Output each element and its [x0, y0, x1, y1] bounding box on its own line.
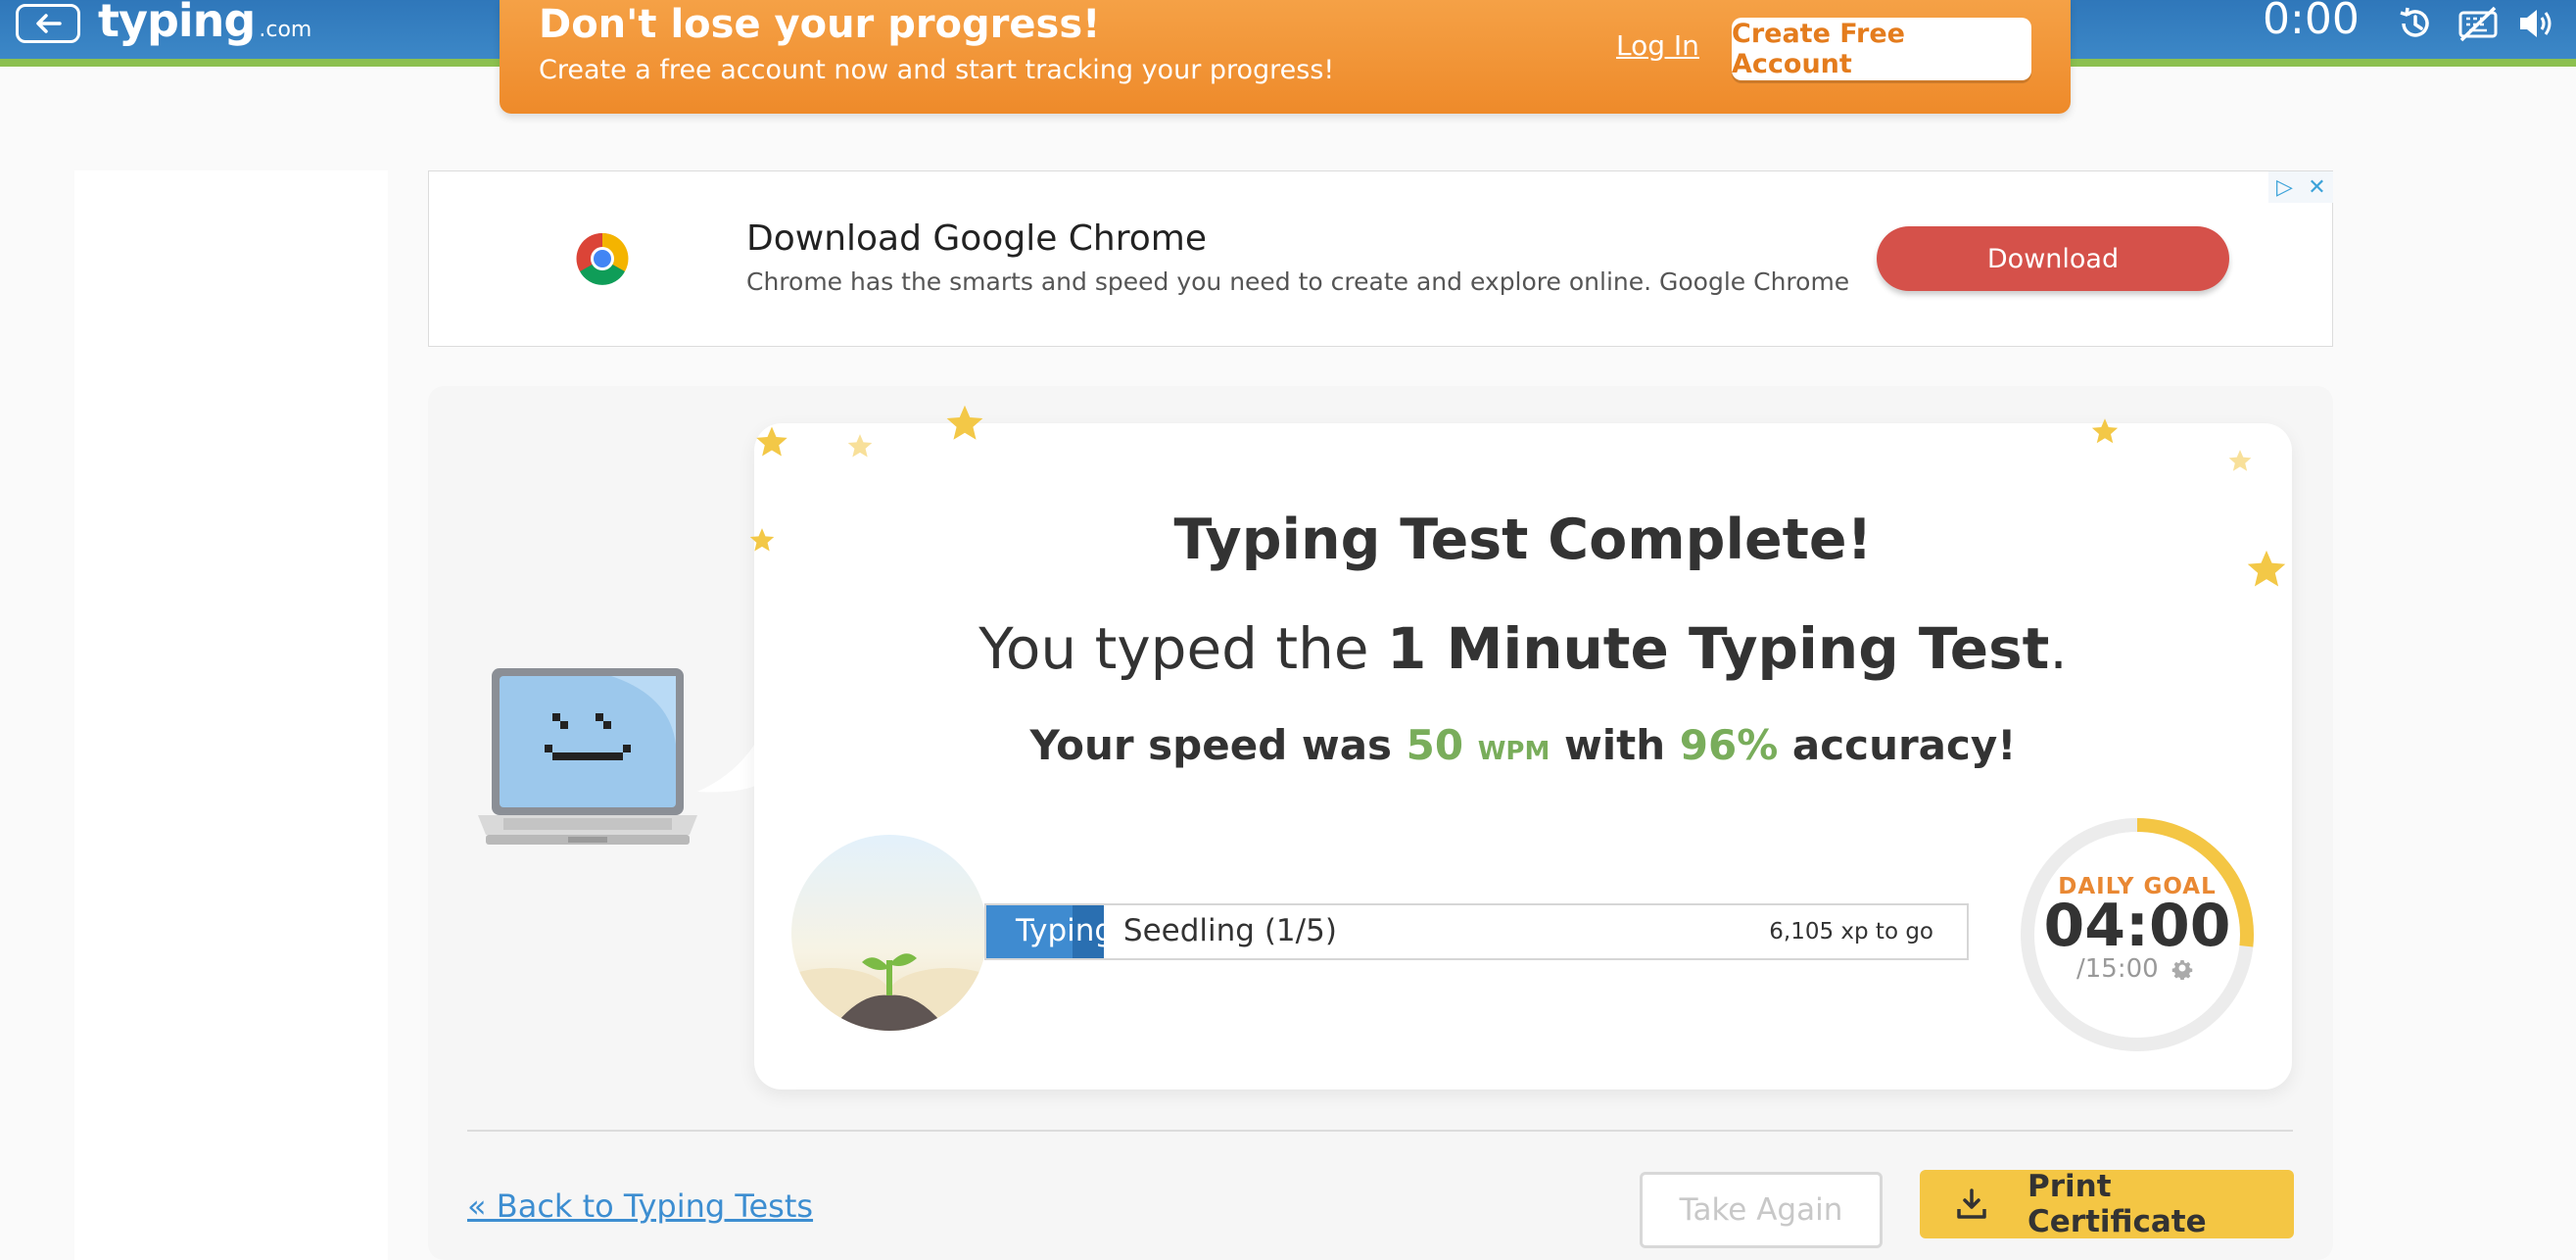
- wpm-value: 50: [1406, 721, 1464, 769]
- back-to-tests-link[interactable]: « Back to Typing Tests: [467, 1187, 813, 1225]
- result-title: Typing Test Complete!: [1173, 508, 1873, 572]
- logo-suffix: .com: [259, 18, 312, 42]
- wpm-unit: WPM: [1477, 737, 1550, 766]
- xp-to-go: 6,105 xp to go: [1769, 919, 1933, 945]
- daily-goal-total: /15:00: [2076, 954, 2159, 984]
- ad-subtitle: Chrome has the smarts and speed you need…: [746, 267, 1850, 296]
- result-test-name: You typed the 1 Minute Typing Test.: [754, 615, 2292, 682]
- chrome-ad[interactable]: Download Google Chrome Chrome has the sm…: [428, 170, 2333, 347]
- chrome-logo-icon: [576, 232, 629, 285]
- promo-title: Don't lose your progress!: [539, 2, 1101, 47]
- speed-suffix: accuracy!: [1778, 721, 2017, 769]
- daily-goal-time: 04:00: [2043, 892, 2231, 960]
- actions-divider: [467, 1130, 2293, 1132]
- accuracy-value: 96%: [1679, 721, 1779, 769]
- logo-main: typing: [98, 0, 256, 47]
- take-again-button[interactable]: Take Again: [1640, 1172, 1883, 1248]
- level-progress-bar: Typing Seedling (1/5) 6,105 xp to go: [984, 903, 1969, 960]
- test-timer: 0:00: [2263, 0, 2360, 44]
- result-speed: Your speed was 50 WPM with 96% accuracy!: [754, 721, 2292, 769]
- history-icon: [2400, 7, 2429, 37]
- back-button[interactable]: [16, 4, 80, 43]
- level-label: Typing Seedling (1/5): [1016, 913, 1337, 948]
- star-icon: [946, 405, 983, 440]
- print-certificate-button[interactable]: Print Certificate: [1920, 1169, 2294, 1239]
- login-link[interactable]: Log In: [1616, 29, 1699, 62]
- ad-download-button[interactable]: Download: [1877, 226, 2229, 291]
- create-account-button[interactable]: Create Free Account: [1732, 18, 2031, 80]
- adchoices-icon[interactable]: ▷: [2268, 171, 2301, 203]
- star-icon: [2228, 450, 2252, 471]
- history-button[interactable]: [2394, 2, 2437, 45]
- level-label-on-fill: Typing: [1016, 913, 1115, 948]
- speed-prefix: Your speed was: [1029, 721, 1407, 769]
- ad-close-icon[interactable]: ✕: [2301, 171, 2333, 203]
- keyboard-toggle-button[interactable]: [2457, 2, 2500, 45]
- sound-button[interactable]: [2515, 2, 2558, 45]
- ad-title: Download Google Chrome: [746, 218, 1207, 259]
- seedling-level-icon: [791, 835, 987, 1031]
- promo-subtitle: Create a free account now and start trac…: [539, 55, 1335, 85]
- ad-choices: ▷ ✕: [2268, 171, 2333, 203]
- result-line2-prefix: You typed the: [978, 615, 1388, 682]
- left-ad-column: [74, 170, 388, 1260]
- result-line2-suffix: .: [2049, 615, 2068, 682]
- speed-mid: with: [1550, 721, 1680, 769]
- signup-promo-banner: Don't lose your progress! Create a free …: [500, 0, 2071, 114]
- result-test-title: 1 Minute Typing Test: [1387, 615, 2050, 682]
- laptop-mascot-icon: [478, 668, 697, 845]
- star-icon: [756, 426, 787, 457]
- back-arrow-icon: [36, 14, 62, 33]
- typing-logo[interactable]: typing .com: [98, 0, 311, 47]
- star-icon: [2091, 418, 2119, 444]
- keyboard-hidden-icon: [2458, 6, 2498, 42]
- download-icon: [1957, 1188, 1986, 1219]
- gear-icon[interactable]: [2171, 956, 2194, 980]
- level-label-rest: Seedling (1/5): [1114, 913, 1337, 948]
- sound-icon: [2520, 10, 2552, 37]
- star-icon: [847, 434, 873, 458]
- print-certificate-label: Print Certificate: [2027, 1169, 2207, 1239]
